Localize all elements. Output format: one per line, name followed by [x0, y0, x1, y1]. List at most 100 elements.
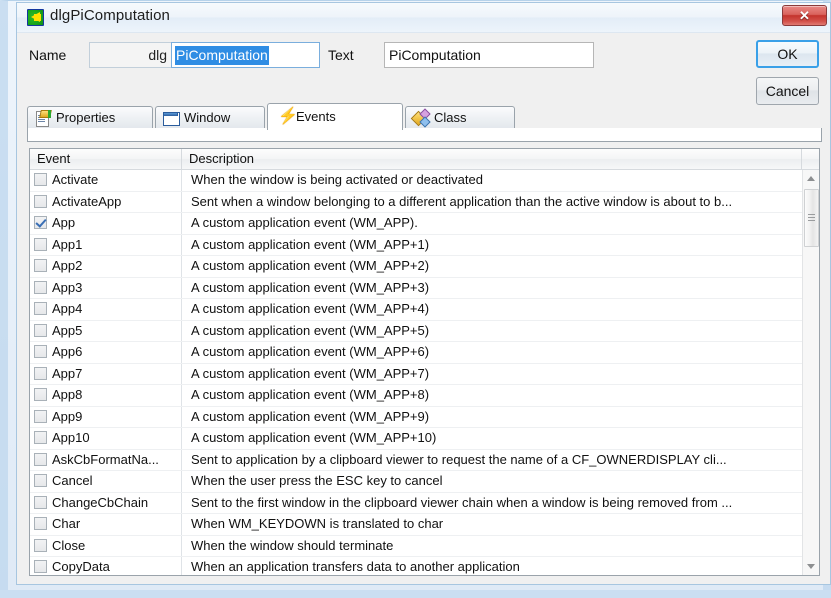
table-row[interactable]: Close When the window should terminate [30, 536, 819, 558]
table-row[interactable]: ChangeCbChainSent to the first window in… [30, 493, 819, 515]
checkbox-icon[interactable] [34, 324, 47, 337]
event-description-cell: A custom application event (WM_APP+7) [183, 364, 819, 385]
event-name-label: Cancel [52, 473, 92, 488]
event-name-cell: Close [30, 536, 182, 557]
event-name-cell: App9 [30, 407, 182, 428]
scrollbar-thumb[interactable] [804, 189, 819, 247]
tab-window[interactable]: Window [155, 106, 265, 129]
event-name-cell: AskCbFormatNa... [30, 450, 182, 471]
table-row[interactable]: App7A custom application event (WM_APP+7… [30, 364, 819, 386]
events-list-header: Event Description [30, 149, 819, 170]
checkbox-icon[interactable] [34, 560, 47, 573]
checkbox-icon[interactable] [34, 453, 47, 466]
tab-class-label: Class [434, 110, 467, 125]
column-header-event[interactable]: Event [30, 149, 182, 169]
event-name-cell: ActivateApp [30, 192, 182, 213]
scroll-down-icon[interactable] [803, 558, 820, 575]
name-input[interactable]: PiComputation [171, 42, 320, 68]
checkbox-icon[interactable] [34, 539, 47, 552]
properties-icon [34, 110, 51, 126]
tab-panel-top [27, 128, 822, 142]
checkbox-icon[interactable] [34, 367, 47, 380]
checkbox-icon[interactable] [34, 173, 47, 186]
event-name-label: ActivateApp [52, 194, 121, 209]
cancel-button[interactable]: Cancel [756, 77, 819, 105]
tab-class[interactable]: Class [405, 106, 515, 129]
table-row[interactable]: App6 A custom application event (WM_APP+6… [30, 342, 819, 364]
tab-window-label: Window [184, 110, 230, 125]
event-description-cell: A custom application event (WM_APP+10) [183, 428, 819, 449]
checkbox-icon[interactable] [34, 345, 47, 358]
checkbox-icon[interactable] [34, 302, 47, 315]
event-name-cell: App5 [30, 321, 182, 342]
checkbox-icon[interactable] [34, 431, 47, 444]
event-description-cell: A custom application event (WM_APP+8) [183, 385, 819, 406]
event-name-label: ChangeCbChain [52, 495, 148, 510]
tab-strip: Properties Window ⚡ Events [27, 103, 822, 129]
checkbox-checked-icon[interactable] [34, 216, 47, 229]
event-description-cell: A custom application event (WM_APP+9) [183, 407, 819, 428]
event-name-label: App6 [52, 344, 82, 359]
text-input[interactable]: PiComputation [384, 42, 594, 68]
table-row[interactable]: App10 A custom application event (WM_APP+… [30, 428, 819, 450]
event-description-cell: A custom application event (WM_APP+6) [183, 342, 819, 363]
event-name-cell: Activate [30, 170, 182, 191]
close-button[interactable]: ✕ [782, 5, 827, 26]
checkbox-icon[interactable] [34, 388, 47, 401]
event-name-label: App2 [52, 258, 82, 273]
table-row[interactable]: AppA custom application event (WM_APP). [30, 213, 819, 235]
ok-button[interactable]: OK [756, 40, 819, 68]
event-name-label: App5 [52, 323, 82, 338]
checkbox-icon[interactable] [34, 410, 47, 423]
tab-properties[interactable]: Properties [27, 106, 153, 129]
checkbox-icon[interactable] [34, 259, 47, 272]
table-row[interactable]: CopyDataWhen an application transfers da… [30, 557, 819, 575]
events-list-scrollbar[interactable] [802, 170, 819, 575]
table-row[interactable]: AskCbFormatNa...Sent to application by a… [30, 450, 819, 472]
event-description-cell: A custom application event (WM_APP+2) [183, 256, 819, 277]
event-description-cell: When WM_KEYDOWN is translated to char [183, 514, 819, 535]
event-description-cell: A custom application event (WM_APP+4) [183, 299, 819, 320]
event-name-cell: App2 [30, 256, 182, 277]
tab-events-label: Events [296, 109, 336, 124]
checkbox-icon[interactable] [34, 281, 47, 294]
scroll-up-icon[interactable] [803, 170, 820, 187]
event-name-label: App3 [52, 280, 82, 295]
app-arrow-icon [27, 9, 44, 26]
event-description-cell: When the window should terminate [183, 536, 819, 557]
text-label: Text [328, 47, 354, 63]
window-client-area: dlgPiComputation ✕ Name dlg PiComputatio… [16, 2, 831, 585]
event-name-cell: App6 [30, 342, 182, 363]
event-description-cell: When an application transfers data to an… [183, 557, 819, 575]
checkbox-icon[interactable] [34, 496, 47, 509]
table-row[interactable]: App9A custom application event (WM_APP+9… [30, 407, 819, 429]
events-list: Event Description ActivateWhen the windo… [29, 148, 820, 576]
event-name-label: Close [52, 538, 85, 553]
tab-events[interactable]: ⚡ Events [267, 103, 403, 130]
table-row[interactable]: App1A custom application event (WM_APP+1… [30, 235, 819, 257]
checkbox-icon[interactable] [34, 195, 47, 208]
event-name-cell: Char [30, 514, 182, 535]
table-row[interactable]: App3A custom application event (WM_APP+3… [30, 278, 819, 300]
event-name-label: App4 [52, 301, 82, 316]
table-row[interactable]: App4 A custom application event (WM_APP+4… [30, 299, 819, 321]
table-row[interactable]: ActivateWhen the window is being activat… [30, 170, 819, 192]
checkbox-icon[interactable] [34, 517, 47, 530]
table-row[interactable]: App2 A custom application event (WM_APP+2… [30, 256, 819, 278]
event-description-cell: Sent to application by a clipboard viewe… [183, 450, 819, 471]
table-row[interactable]: App8 A custom application event (WM_APP+8… [30, 385, 819, 407]
event-name-label: App8 [52, 387, 82, 402]
event-name-label: App10 [52, 430, 90, 445]
table-row[interactable]: ActivateAppSent when a window belonging … [30, 192, 819, 214]
window-icon [162, 110, 179, 126]
event-name-cell: CopyData [30, 557, 182, 575]
checkbox-icon[interactable] [34, 238, 47, 251]
event-name-cell: App4 [30, 299, 182, 320]
event-name-label: Activate [52, 172, 98, 187]
table-row[interactable]: App5A custom application event (WM_APP+5… [30, 321, 819, 343]
table-row[interactable]: CancelWhen the user press the ESC key to… [30, 471, 819, 493]
table-row[interactable]: CharWhen WM_KEYDOWN is translated to cha… [30, 514, 819, 536]
event-name-cell: Cancel [30, 471, 182, 492]
column-header-description[interactable]: Description [182, 149, 802, 169]
checkbox-icon[interactable] [34, 474, 47, 487]
